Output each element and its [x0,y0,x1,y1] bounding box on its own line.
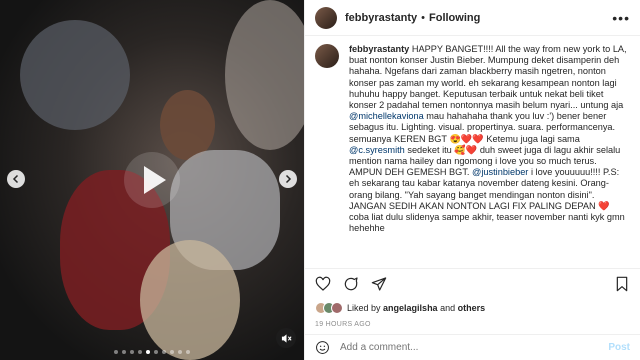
post-header: febbyrastanty • Following ••• [305,0,640,36]
audio-toggle-button[interactable] [276,328,296,348]
heart-emoji: ❤️ [465,144,478,155]
carousel-dot [138,350,142,354]
post-timestamp[interactable]: 19 HOURS AGO [305,318,640,334]
carousel-next-button[interactable] [279,170,297,188]
liker-avatar [331,302,343,314]
heart-emoji: ❤️ [598,200,610,211]
play-button[interactable] [124,152,180,208]
caption-part: coba liat dulu slidenya sampe akhir, tea… [349,212,625,234]
post-media-video[interactable] [0,0,304,360]
following-button[interactable]: Following [429,12,480,24]
carousel-dot [114,350,118,354]
carousel-dot [162,350,166,354]
heart-emoji: ❤️ [460,133,473,144]
more-options-button[interactable]: ••• [612,10,630,26]
heart-emoji: ❤️ [472,133,484,144]
mention-link[interactable]: @justinbieber [472,167,528,177]
likes-prefix: Liked by [347,303,381,313]
carousel-dot [154,350,158,354]
heart-icon[interactable] [315,276,331,292]
mention-link[interactable]: @c.syresmith [349,145,405,155]
liker-username[interactable]: angelagilsha [383,303,438,313]
carousel-dot [186,350,190,354]
caption-username[interactable]: febbyrastanty [349,44,409,54]
speaker-muted-icon [281,333,292,343]
likes-text: Liked by angelagilsha and others [347,303,485,313]
caption-author-avatar[interactable] [315,44,339,68]
caption-text: febbyrastanty HAPPY BANGET!!!! All the w… [349,44,630,268]
chevron-right-icon [285,174,292,184]
header-separator: • [421,11,425,24]
carousel-prev-button[interactable] [7,170,25,188]
author-username[interactable]: febbyrastanty [345,12,417,24]
instagram-post-view: febbyrastanty • Following ••• febbyrasta… [0,0,640,360]
comment-input[interactable] [340,342,609,353]
emoji-icon[interactable] [315,340,330,355]
post-actions [305,268,640,298]
carousel-dot [122,350,126,354]
carousel-dot [130,350,134,354]
post-caption-area: febbyrastanty HAPPY BANGET!!!! All the w… [305,36,640,268]
caption-part: sedeket itu [407,144,452,155]
comment-bar: Post [305,334,640,360]
post-detail-panel: febbyrastanty • Following ••• febbyrasta… [304,0,640,360]
emoji: 🥰 [454,144,466,155]
bookmark-icon[interactable] [614,276,630,292]
carousel-dot [146,350,150,354]
comment-icon[interactable] [343,276,359,292]
post-comment-button[interactable]: Post [608,342,630,353]
likes-summary: Liked by angelagilsha and others [305,298,640,318]
mention-link[interactable]: @michellekaviona [349,111,424,121]
carousel-dot [170,350,174,354]
emoji: 😍 [449,133,461,144]
share-icon[interactable] [371,276,387,292]
caption-part: Ketemu juga lagi sama [486,133,580,144]
carousel-indicator [0,350,304,354]
crowd-figure-blonde [140,240,240,360]
crowd-figure-left [20,20,130,130]
play-icon [144,166,166,194]
author-avatar[interactable] [315,6,337,29]
likes-and: and [440,303,456,313]
carousel-dot [178,350,182,354]
likes-others-link[interactable]: others [458,303,486,313]
chevron-left-icon [12,174,19,184]
